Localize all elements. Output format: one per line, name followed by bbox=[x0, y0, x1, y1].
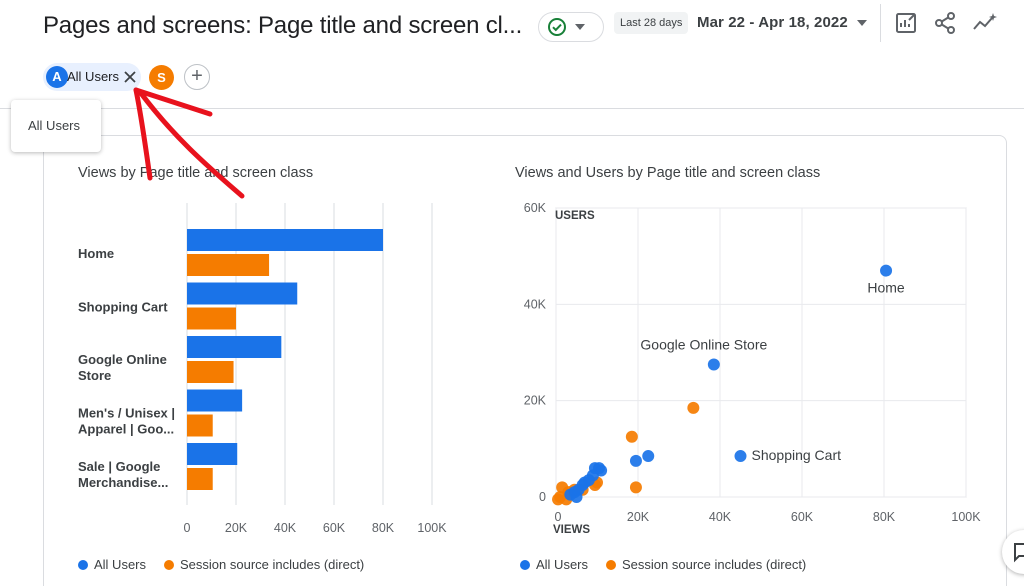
scatter-point bbox=[629, 481, 642, 494]
bar-chart-legend: All Users Session source includes (direc… bbox=[78, 557, 382, 572]
x-tick-label: 0 bbox=[555, 510, 562, 524]
legend-item-all-users[interactable]: All Users bbox=[520, 557, 588, 572]
scatter-chart-legend: All Users Session source includes (direc… bbox=[520, 557, 824, 572]
y-tick-label: 0 bbox=[539, 490, 546, 504]
y-tick-label: 60K bbox=[524, 201, 547, 215]
x-tick-label: 60K bbox=[791, 510, 814, 524]
y-tick-label: 20K bbox=[524, 394, 547, 408]
x-axis-label: VIEWS bbox=[553, 524, 590, 536]
feedback-icon bbox=[1014, 543, 1024, 563]
x-tick-label: 100K bbox=[951, 510, 981, 524]
legend-item-direct[interactable]: Session source includes (direct) bbox=[164, 557, 364, 572]
scatter-point bbox=[629, 454, 642, 467]
y-axis-label: USERS bbox=[555, 210, 595, 222]
scatter-point bbox=[880, 264, 893, 277]
x-tick-label: 40K bbox=[709, 510, 732, 524]
scatter-point bbox=[564, 488, 577, 501]
legend-dot bbox=[164, 559, 175, 570]
scatter-point bbox=[734, 450, 747, 463]
scatter-point bbox=[625, 430, 638, 443]
legend-label: Session source includes (direct) bbox=[622, 557, 807, 572]
legend-label: All Users bbox=[94, 557, 147, 572]
scatter-chart: 0 20K 40K 60K 80K 100K 0 20K 40K 60K USERS VIEWS Hom… bbox=[524, 201, 982, 536]
segment-tooltip: All Users bbox=[11, 100, 101, 152]
legend-item-all-users[interactable]: All Users bbox=[78, 557, 146, 572]
point-label: Shopping Cart bbox=[752, 447, 842, 463]
legend-dot bbox=[606, 559, 617, 570]
legend-label: All Users bbox=[536, 557, 589, 572]
legend-dot bbox=[78, 559, 88, 570]
x-tick-label: 20K bbox=[627, 510, 650, 524]
legend-label: Session source includes (direct) bbox=[180, 557, 365, 572]
y-tick-label: 40K bbox=[524, 297, 547, 311]
scatter-point bbox=[687, 401, 700, 414]
x-tick-label: 80K bbox=[873, 510, 896, 524]
point-label: Home bbox=[867, 280, 905, 296]
legend-dot bbox=[520, 559, 530, 570]
legend-item-direct[interactable]: Session source includes (direct) bbox=[606, 557, 806, 572]
scatter-point bbox=[707, 358, 720, 371]
point-label: Google Online Store bbox=[640, 337, 767, 353]
scatter-point bbox=[642, 450, 655, 463]
